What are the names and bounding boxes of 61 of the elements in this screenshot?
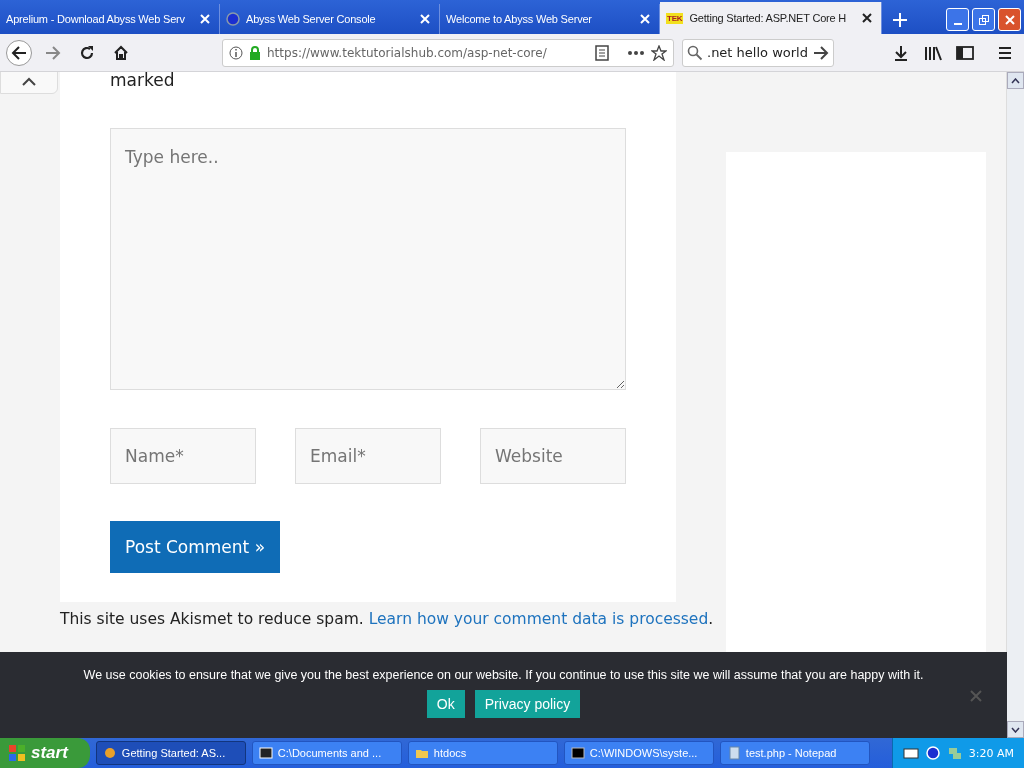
restore-icon (978, 14, 989, 25)
close-icon (1004, 14, 1015, 25)
taskbar-item[interactable]: test.php - Notepad (719, 741, 870, 765)
windows-logo-icon (8, 744, 26, 762)
comment-field[interactable]: Type here.. (110, 128, 626, 390)
learn-link[interactable]: Learn how your comment data is processed (368, 610, 709, 628)
console-icon (570, 746, 585, 760)
ring-icon (226, 12, 240, 26)
scrollbar[interactable] (1006, 72, 1024, 738)
privacy-policy-button[interactable]: Privacy policy (474, 690, 581, 718)
taskbar-item[interactable]: htdocs (407, 741, 558, 765)
site-logo: TEK (666, 12, 684, 24)
close-icon[interactable] (861, 12, 875, 24)
chevron-up-icon (21, 76, 37, 86)
star-icon[interactable] (651, 44, 667, 61)
restore-button[interactable] (972, 8, 995, 31)
close-icon[interactable] (639, 13, 653, 25)
close-icon[interactable] (199, 13, 213, 25)
notepad-icon (726, 746, 741, 760)
sidebar-icon[interactable] (956, 44, 974, 61)
back-arrow-icon (11, 44, 27, 61)
search-icon (687, 44, 703, 61)
close-button[interactable] (998, 8, 1021, 31)
ring-icon[interactable] (924, 745, 941, 761)
clock: 3:20 AM (968, 746, 1014, 760)
url-text: https://www.tektutorialshub.com/asp-net-core/ (267, 45, 548, 60)
home-icon[interactable] (113, 44, 129, 61)
plus-icon (892, 12, 908, 28)
ok-button[interactable]: Ok (426, 690, 465, 718)
go-arrow-icon[interactable] (813, 44, 829, 61)
minimize-icon (953, 22, 962, 25)
close-icon[interactable] (419, 13, 433, 25)
reader-icon[interactable] (595, 44, 609, 61)
search-field[interactable]: .net hello world (682, 38, 834, 67)
input-field[interactable]: Website (480, 428, 626, 484)
input-field[interactable]: Name* (110, 428, 256, 484)
keyboard-icon[interactable] (902, 747, 919, 759)
cookie-message: We use cookies to ensure that we give you the best experience on our website. If you continue to use this site we will assume that you are happy with it. (83, 668, 924, 682)
lock-icon (249, 45, 261, 60)
menu-icon[interactable] (997, 44, 1013, 61)
browser-tab[interactable]: TEK Getting Started: ASP.NET Core H (660, 2, 882, 34)
input-field[interactable]: Email* (295, 428, 441, 484)
back-to-top-button[interactable] (0, 72, 58, 94)
info-icon[interactable] (229, 45, 243, 60)
post-comment-button[interactable]: Post Comment » (110, 521, 281, 573)
minimize-button[interactable] (946, 8, 969, 31)
back-button[interactable] (6, 39, 32, 66)
library-icon[interactable] (924, 44, 942, 61)
download-icon[interactable] (893, 44, 909, 61)
akismet-text: This site uses Akismet to reduce spam. Learn how your comment data is processed. (60, 609, 714, 630)
taskbar-item[interactable]: C:\WINDOWS\syste... (563, 741, 714, 765)
taskbar-item[interactable]: Getting Started: AS... (95, 741, 246, 765)
address-bar[interactable]: https://www.tektutorialshub.com/asp-net-core/ (222, 38, 674, 67)
more-icon[interactable] (627, 49, 645, 56)
forward-arrow-icon[interactable] (45, 44, 61, 61)
browser-icon (102, 746, 117, 760)
body-text: marked (110, 72, 176, 92)
taskbar-item[interactable]: C:\Documents and ... (251, 741, 402, 765)
archive-icon (258, 746, 273, 760)
start-button[interactable]: start (0, 738, 90, 768)
reload-icon[interactable] (79, 44, 95, 61)
